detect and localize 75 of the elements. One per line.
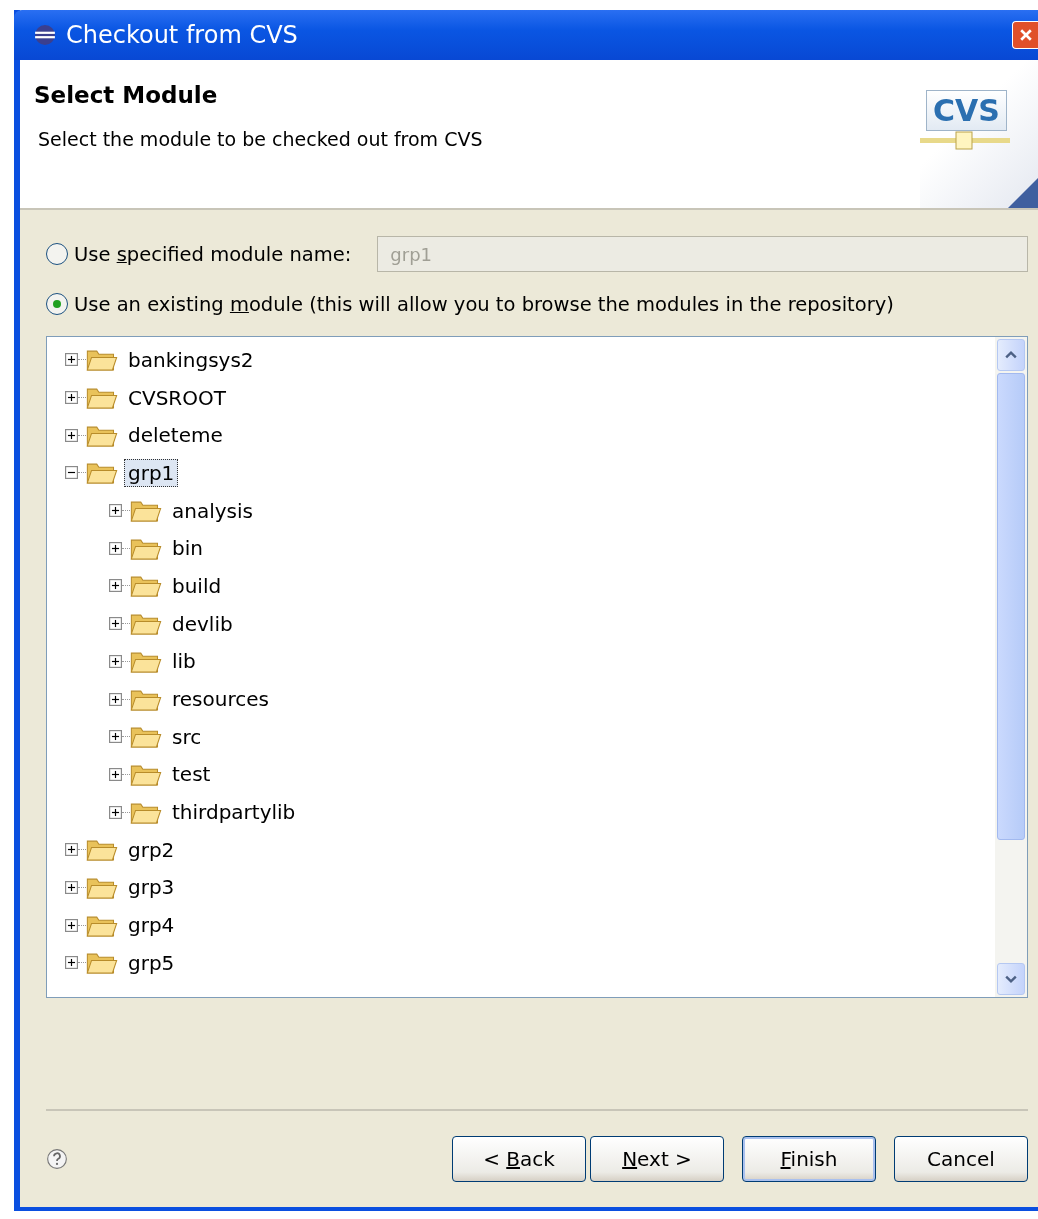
folder-icon [86,913,118,937]
tree-item[interactable]: build [168,571,226,600]
expand-icon[interactable] [109,617,122,631]
expand-icon[interactable] [109,692,122,706]
corner-icon [1008,178,1038,208]
scroll-thumb[interactable] [997,373,1025,840]
folder-icon [130,800,162,824]
folder-icon [130,574,162,598]
expand-icon[interactable] [109,730,122,744]
window-title: Checkout from CVS [66,21,298,49]
dialog-button[interactable]: Finish [742,1136,876,1182]
scrollbar[interactable] [995,337,1027,997]
expand-icon[interactable] [109,579,122,593]
scroll-down-button[interactable] [997,963,1025,995]
expand-icon[interactable] [65,353,78,367]
cvs-badge: CVS [926,90,1007,131]
expand-icon[interactable] [65,918,78,932]
expand-icon[interactable] [109,541,122,555]
expand-icon[interactable] [109,767,122,781]
dialog-button[interactable]: Next > [590,1136,724,1182]
folder-icon [130,649,162,673]
expand-icon[interactable] [65,956,78,970]
tree-item[interactable]: lib [168,647,200,676]
tree-item[interactable]: src [168,722,206,751]
help-icon[interactable] [46,1148,68,1170]
folder-icon [86,348,118,372]
folder-icon [130,499,162,523]
tree-item[interactable]: deleteme [124,421,227,450]
tree-item[interactable]: grp2 [124,835,179,864]
expand-icon[interactable] [65,391,78,405]
expand-icon[interactable] [65,843,78,857]
tree-item[interactable]: resources [168,685,273,714]
folder-icon [130,612,162,636]
close-button[interactable] [1012,21,1038,49]
dialog-button[interactable]: < Back [452,1136,586,1182]
folder-icon [86,838,118,862]
expand-icon[interactable] [109,504,122,518]
tree-item[interactable]: grp1 [124,458,179,487]
dialog-button[interactable]: Cancel [894,1136,1028,1182]
collapse-icon[interactable] [65,466,78,480]
tree-item[interactable]: grp3 [124,873,179,902]
folder-icon [130,725,162,749]
tree-item[interactable]: bankingsys2 [124,345,258,374]
close-icon [1019,29,1032,41]
tree-item[interactable]: bin [168,534,207,563]
tree-item[interactable]: thirdpartylib [168,798,300,827]
tree-item[interactable]: CVSROOT [124,383,230,412]
chevron-down-icon [1005,973,1017,985]
tree-item[interactable]: test [168,760,215,789]
expand-icon[interactable] [65,880,78,894]
folder-icon [130,762,162,786]
folder-icon [86,875,118,899]
radio-button[interactable] [46,293,68,315]
folder-icon [130,687,162,711]
folder-icon [86,951,118,975]
tree-item[interactable]: grp4 [124,911,179,940]
expand-icon[interactable] [109,805,122,819]
tree-item[interactable]: grp5 [124,948,179,977]
app-icon [34,24,56,46]
folder-icon [130,536,162,560]
tree-item[interactable]: analysis [168,496,257,525]
option-label[interactable]: Use an existing module (this will allow you to browse the modules in the repository) [74,292,894,316]
tree-item[interactable]: devlib [168,609,237,638]
page-description: Select the module to be checked out from CVS [37,128,484,150]
radio-button[interactable] [46,243,68,265]
folder-icon [86,386,118,410]
page-title: Select Module [34,82,219,108]
expand-icon[interactable] [109,654,122,668]
option-label[interactable]: Use specified module name: [74,242,352,266]
expand-icon[interactable] [65,428,78,442]
folder-icon [86,461,118,485]
chevron-up-icon [1005,349,1017,361]
connector-icon [920,131,1010,151]
folder-icon [86,423,118,447]
scroll-up-button[interactable] [997,339,1025,371]
